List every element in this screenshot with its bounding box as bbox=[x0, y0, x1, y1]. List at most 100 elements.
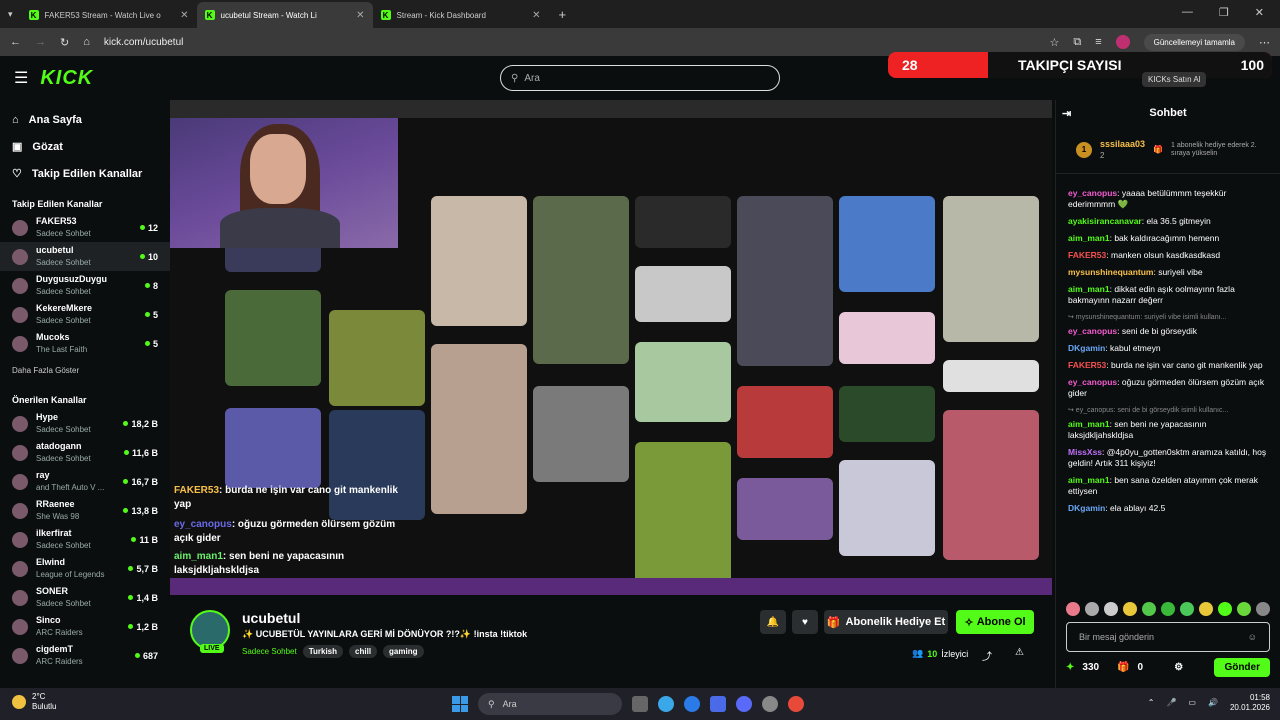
volume-icon[interactable]: 🔊 bbox=[1208, 698, 1218, 708]
channel-item[interactable]: cigdemT ARC Raiders 687 bbox=[0, 641, 170, 670]
stream-category[interactable]: Sadece Sohbet bbox=[242, 647, 297, 656]
new-tab-icon[interactable]: + bbox=[549, 7, 577, 22]
report-icon[interactable]: ⚠ bbox=[1015, 647, 1024, 658]
chat-username[interactable]: ey_canopus bbox=[1068, 377, 1117, 387]
nav-following[interactable]: ♡ Takip Edilen Kanallar bbox=[0, 160, 170, 187]
edge-icon[interactable] bbox=[658, 696, 674, 712]
close-tab-icon[interactable]: ✕ bbox=[356, 10, 364, 21]
kick-logo[interactable]: KICK bbox=[40, 67, 93, 90]
channel-item[interactable]: ilkerfirat Sadece Sohbet 11 B bbox=[0, 525, 170, 554]
channel-item[interactable]: ucubetul Sadece Sohbet 10 bbox=[0, 242, 170, 271]
tab-dashboard[interactable]: K Stream - Kick Dashboard ✕ bbox=[373, 2, 549, 28]
channel-item[interactable]: atadogann Sadece Sohbet 11,6 B bbox=[0, 438, 170, 467]
maximize-icon[interactable]: ❐ bbox=[1219, 6, 1229, 19]
collapse-chat-icon[interactable]: ⇥ bbox=[1062, 107, 1071, 120]
windows-start-icon[interactable] bbox=[452, 696, 468, 712]
chevron-up-icon[interactable]: ⌃ bbox=[1148, 698, 1155, 708]
hamburger-menu-icon[interactable]: ☰ bbox=[14, 68, 28, 88]
app-icon[interactable] bbox=[762, 696, 778, 712]
stream-tag[interactable]: gaming bbox=[383, 645, 424, 658]
minimize-icon[interactable]: — bbox=[1182, 6, 1193, 19]
tab-ucubetul[interactable]: Kucubetul Stream - Watch Li ✕ bbox=[196, 2, 373, 28]
back-icon[interactable]: ← bbox=[10, 36, 21, 48]
share-icon[interactable]: ⤴ bbox=[982, 648, 992, 663]
emote[interactable] bbox=[1066, 602, 1080, 616]
video-player[interactable]: FAKER53: burda ne işin var cano git mank… bbox=[170, 100, 1052, 595]
chat-username[interactable]: ayakisirancanavar bbox=[1068, 216, 1142, 226]
profile-avatar[interactable] bbox=[1115, 35, 1130, 49]
chat-username[interactable]: aim_man1 bbox=[1068, 284, 1110, 294]
clock[interactable]: 01:58 20.01.2026 bbox=[1230, 693, 1270, 713]
channel-item[interactable]: Mucoks The Last Faith 5 bbox=[0, 329, 170, 358]
gift-sub-button[interactable]: 🎁 Abonelik Hediye Et bbox=[824, 610, 948, 634]
emote[interactable] bbox=[1104, 602, 1118, 616]
chat-input[interactable]: Bir mesaj gönderin ☺ bbox=[1066, 622, 1270, 652]
discord-icon[interactable] bbox=[736, 696, 752, 712]
channel-item[interactable]: RRaenee She Was 98 13,8 B bbox=[0, 496, 170, 525]
send-button[interactable]: Gönder bbox=[1214, 658, 1270, 677]
emote[interactable] bbox=[1142, 602, 1156, 616]
chat-username[interactable]: DKgamin bbox=[1068, 343, 1105, 353]
stream-tag[interactable]: Turkish bbox=[302, 645, 344, 658]
chat-username[interactable]: FAKER53 bbox=[1068, 360, 1106, 370]
leaderboard-user[interactable]: sssilaaa03 2 bbox=[1100, 139, 1145, 161]
emote[interactable] bbox=[1256, 602, 1270, 616]
close-window-icon[interactable]: ✕ bbox=[1255, 6, 1264, 19]
app-icon[interactable] bbox=[684, 696, 700, 712]
channel-item[interactable]: FAKER53 Sadece Sohbet 12 bbox=[0, 213, 170, 242]
channel-item[interactable]: Sinco ARC Raiders 1,2 B bbox=[0, 612, 170, 641]
emote[interactable] bbox=[1085, 602, 1099, 616]
channel-item[interactable]: Hype Sadece Sohbet 18,2 B bbox=[0, 409, 170, 438]
channel-item[interactable]: DuygusuzDuygu Sadece Sohbet 8 bbox=[0, 271, 170, 300]
network-icon[interactable]: ▭ bbox=[1188, 698, 1196, 708]
taskbar-search[interactable]: ⚲ Ara bbox=[478, 693, 622, 715]
stream-tag[interactable]: chill bbox=[349, 645, 378, 658]
tab-faker53[interactable]: K FAKER53 Stream - Watch Live o ✕ bbox=[21, 2, 197, 28]
streamer-name[interactable]: ucubetul bbox=[242, 610, 300, 626]
nav-home[interactable]: ⌂ Ana Sayfa bbox=[0, 106, 170, 133]
emote[interactable] bbox=[1161, 602, 1175, 616]
tab-list-icon[interactable]: ▾ bbox=[0, 9, 21, 20]
home-icon[interactable]: ⌂ bbox=[83, 36, 90, 48]
update-button[interactable]: Güncellemeyi tamamla bbox=[1143, 33, 1245, 51]
channel-points[interactable]: 330 bbox=[1082, 662, 1099, 673]
reload-icon[interactable]: ↻ bbox=[60, 36, 69, 49]
channel-item[interactable]: SONER Sadece Sohbet 1,4 B bbox=[0, 583, 170, 612]
subscribe-button[interactable]: ✧ Abone Ol bbox=[956, 610, 1034, 634]
buy-kicks-button[interactable]: KICKs Satın Al bbox=[1142, 72, 1207, 87]
url-field[interactable]: kick.com/ucubetul bbox=[104, 37, 1036, 48]
mic-icon[interactable]: 🎤 bbox=[1166, 698, 1176, 708]
favorites-icon[interactable]: ≡ bbox=[1095, 36, 1101, 48]
chat-username[interactable]: mysunshinequantum bbox=[1068, 267, 1153, 277]
chrome-icon[interactable] bbox=[788, 696, 804, 712]
chat-username[interactable]: aim_man1 bbox=[1068, 233, 1110, 243]
chat-username[interactable]: MissXss bbox=[1068, 447, 1102, 457]
emoji-icon[interactable]: ☺ bbox=[1248, 632, 1257, 642]
gift-count[interactable]: 0 bbox=[1138, 662, 1144, 673]
emote[interactable] bbox=[1218, 602, 1232, 616]
show-more-link[interactable]: Daha Fazla Göster bbox=[0, 358, 170, 383]
channel-item[interactable]: ray and Theft Auto V ... 16,7 B bbox=[0, 467, 170, 496]
emote[interactable] bbox=[1199, 602, 1213, 616]
chat-username[interactable]: ey_canopus bbox=[1068, 326, 1117, 336]
weather-widget[interactable]: 2°C Bulutlu bbox=[12, 692, 56, 712]
star-icon[interactable]: ☆ bbox=[1049, 36, 1059, 49]
nav-browse[interactable]: ▣ Gözat bbox=[0, 133, 170, 160]
channel-item[interactable]: Elwind League of Legends 5,7 B bbox=[0, 554, 170, 583]
close-tab-icon[interactable]: ✕ bbox=[180, 10, 188, 21]
settings-gear-icon[interactable]: ⚙ bbox=[1174, 662, 1183, 673]
extensions-icon[interactable]: ⧉ bbox=[1073, 36, 1081, 49]
channel-item[interactable]: KekereMkere Sadece Sohbet 5 bbox=[0, 300, 170, 329]
chat-username[interactable]: FAKER53 bbox=[1068, 250, 1106, 260]
chat-username[interactable]: aim_man1 bbox=[1068, 419, 1110, 429]
store-icon[interactable] bbox=[710, 696, 726, 712]
search-input[interactable]: ⚲ Ara bbox=[500, 65, 780, 91]
forward-icon[interactable]: → bbox=[35, 36, 46, 48]
task-view-icon[interactable] bbox=[632, 696, 648, 712]
emote[interactable] bbox=[1237, 602, 1251, 616]
emote[interactable] bbox=[1123, 602, 1137, 616]
emote[interactable] bbox=[1180, 602, 1194, 616]
notification-bell-button[interactable]: 🔔 bbox=[760, 610, 786, 634]
menu-dots-icon[interactable]: ⋯ bbox=[1259, 36, 1270, 49]
close-tab-icon[interactable]: ✕ bbox=[532, 10, 540, 21]
